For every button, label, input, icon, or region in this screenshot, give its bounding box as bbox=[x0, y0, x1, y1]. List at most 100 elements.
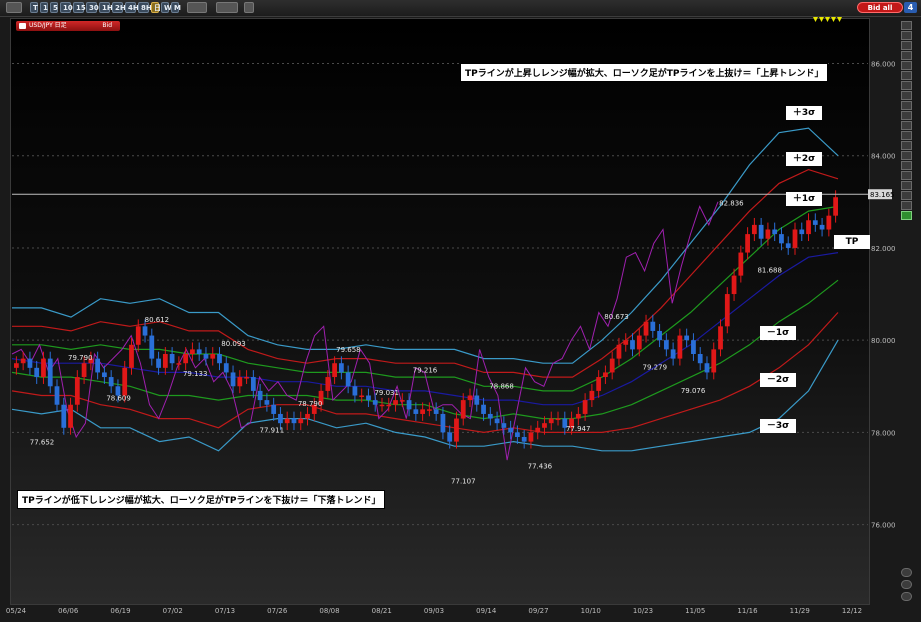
candle-body-115 bbox=[792, 229, 798, 248]
alert-marker-icon-1 bbox=[819, 17, 824, 22]
candle-body-0 bbox=[14, 363, 19, 368]
candle-body-111 bbox=[765, 229, 771, 239]
candle-body-114 bbox=[785, 243, 791, 248]
x-tick-label-6: 08/08 bbox=[319, 607, 339, 615]
candle-body-50 bbox=[352, 386, 358, 396]
candle-body-2 bbox=[27, 358, 33, 368]
y-tick-label-0: 76.000 bbox=[871, 522, 896, 530]
candle-body-33 bbox=[237, 377, 243, 387]
down-trend-annotation: TPラインが低下しレンジ幅が拡大、ローソク足がTPラインを下抜け＝「下落トレンド… bbox=[17, 490, 386, 509]
candle-body-102 bbox=[704, 363, 710, 373]
candle-body-28 bbox=[203, 354, 209, 359]
candle-body-68 bbox=[474, 395, 480, 405]
tp-label: TP bbox=[834, 235, 870, 249]
candle-body-34 bbox=[244, 377, 249, 379]
symbol-name: USD/JPY 日足 bbox=[29, 22, 67, 29]
candle-body-17 bbox=[129, 344, 134, 368]
candle-body-65 bbox=[454, 418, 459, 442]
candle-body-4 bbox=[41, 358, 46, 378]
candle-body-76 bbox=[528, 432, 534, 442]
candle-body-95 bbox=[657, 330, 662, 341]
candle-body-92 bbox=[636, 335, 642, 350]
x-tick-label-1: 06/06 bbox=[58, 607, 79, 615]
price-label-5: 80.093 bbox=[221, 340, 246, 348]
candle-body-75 bbox=[521, 437, 527, 442]
x-tick-label-9: 09/14 bbox=[476, 607, 497, 615]
plus2-sigma-label: ＋2σ bbox=[786, 152, 822, 166]
symbol-side: Bid bbox=[102, 22, 112, 29]
candle-body-109 bbox=[751, 224, 757, 235]
candle-body-26 bbox=[190, 349, 195, 354]
price-label-19: 81.688 bbox=[757, 266, 782, 274]
candle-body-71 bbox=[494, 418, 500, 424]
y-tick-label-4: 84.000 bbox=[871, 153, 896, 161]
candle-body-22 bbox=[162, 354, 168, 368]
price-label-16: 79.279 bbox=[643, 363, 668, 371]
candle-body-78 bbox=[542, 423, 547, 428]
candle-body-18 bbox=[135, 326, 141, 345]
candle-body-83 bbox=[575, 413, 581, 419]
candle-body-14 bbox=[108, 377, 114, 387]
candle-body-116 bbox=[799, 229, 805, 235]
candle-body-93 bbox=[643, 321, 649, 336]
candle-body-31 bbox=[223, 363, 229, 373]
up-trend-annotation: TPラインが上昇しレンジ幅が拡大、ローソク足がTPラインを上抜け＝「上昇トレンド… bbox=[460, 63, 829, 82]
y-tick-label-1: 78.000 bbox=[871, 429, 896, 437]
candle-body-87 bbox=[603, 372, 608, 378]
price-label-10: 79.216 bbox=[413, 366, 438, 374]
candle-body-36 bbox=[257, 390, 263, 401]
candle-body-85 bbox=[589, 390, 595, 401]
price-chart[interactable]: 76.000 78.000 80.000 82.000 84.000 86.000 05/2… bbox=[0, 0, 921, 622]
candle-body-80 bbox=[555, 418, 561, 421]
candle-body-55 bbox=[386, 404, 392, 407]
candle-body-21 bbox=[156, 358, 161, 368]
price-label-0: 77.652 bbox=[30, 438, 55, 446]
candle-body-39 bbox=[278, 413, 283, 424]
price-label-11: 77.107 bbox=[451, 478, 476, 486]
plus1-sigma-label: ＋1σ bbox=[786, 192, 822, 206]
candle-body-30 bbox=[217, 354, 222, 364]
candle-body-53 bbox=[372, 400, 378, 405]
candle-body-12 bbox=[95, 358, 101, 373]
candle-body-112 bbox=[772, 229, 778, 235]
candle-body-70 bbox=[487, 413, 493, 419]
candle-body-100 bbox=[691, 340, 696, 354]
price-label-14: 77.947 bbox=[566, 425, 591, 433]
candle-body-86 bbox=[596, 377, 602, 391]
candle-body-38 bbox=[271, 404, 277, 414]
x-tick-label-7: 08/21 bbox=[372, 607, 392, 615]
candle-body-79 bbox=[548, 418, 554, 424]
current-price-label: 83.165 bbox=[870, 191, 895, 199]
x-tick-label-16: 12/12 bbox=[842, 607, 862, 615]
price-label-12: 78.868 bbox=[489, 382, 514, 390]
candle-body-108 bbox=[745, 234, 750, 253]
y-tick-label-2: 80.000 bbox=[871, 337, 896, 345]
candle-body-72 bbox=[501, 423, 507, 428]
alert-marker-icon-2 bbox=[825, 17, 830, 22]
price-label-15: 80.673 bbox=[604, 313, 629, 321]
candle-body-110 bbox=[758, 224, 764, 239]
symbol-tab[interactable]: USD/JPY 日足 Bid bbox=[16, 21, 120, 31]
candle-body-40 bbox=[284, 418, 290, 424]
candle-body-62 bbox=[433, 409, 439, 414]
alert-marker-icon-3 bbox=[831, 17, 836, 22]
candle-body-96 bbox=[663, 340, 669, 350]
candle-body-42 bbox=[298, 418, 304, 424]
candle-body-117 bbox=[806, 220, 811, 235]
candle-body-51 bbox=[359, 395, 365, 397]
candle-body-90 bbox=[623, 340, 629, 345]
alert-marker-icon-4 bbox=[837, 17, 842, 22]
price-label-4: 79.133 bbox=[183, 370, 208, 378]
candle-body-118 bbox=[812, 220, 818, 225]
x-tick-label-5: 07/26 bbox=[267, 607, 288, 615]
price-label-3: 80.612 bbox=[145, 316, 170, 324]
candle-body-101 bbox=[697, 354, 703, 364]
candle-body-59 bbox=[413, 409, 419, 414]
candle-body-9 bbox=[74, 377, 80, 405]
candle-body-6 bbox=[54, 386, 60, 405]
x-tick-label-8: 09/03 bbox=[424, 607, 444, 615]
candle-body-49 bbox=[345, 372, 351, 387]
x-tick-label-13: 11/05 bbox=[685, 607, 705, 615]
candle-body-46 bbox=[325, 377, 331, 391]
candle-body-106 bbox=[731, 275, 737, 295]
